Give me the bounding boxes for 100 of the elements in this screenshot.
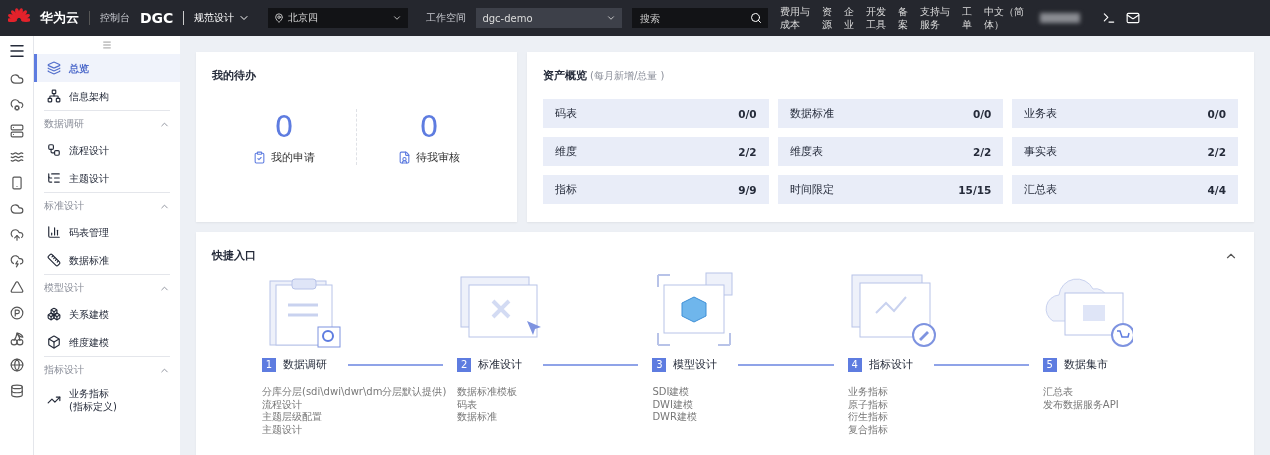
sidebar-item[interactable]: 主题设计 bbox=[34, 164, 180, 192]
stat-label: 待我审核 bbox=[416, 150, 460, 165]
step-link[interactable]: 主题层级配置 bbox=[262, 411, 458, 424]
sidebar-item[interactable]: 维度建模 bbox=[34, 328, 180, 356]
nav-link[interactable]: 支持与 服务 bbox=[920, 5, 951, 31]
sidebar-item[interactable]: 码表管理 bbox=[34, 218, 180, 246]
step-title[interactable]: 数据集市 bbox=[1063, 357, 1108, 372]
terminal-icon[interactable] bbox=[1102, 11, 1117, 25]
step-link[interactable]: 衍生指标 bbox=[847, 411, 1043, 424]
search-input[interactable]: 搜索 bbox=[638, 11, 751, 25]
step-link[interactable]: 复合指标 bbox=[847, 423, 1043, 436]
sidebar-group-header[interactable]: 模型设计 bbox=[44, 274, 170, 300]
brand-name: 华为云 bbox=[40, 9, 79, 27]
sidebar-group-header[interactable]: 数据调研 bbox=[44, 110, 170, 136]
step-link[interactable]: DWI建模 bbox=[652, 398, 848, 411]
stat-value[interactable]: 0 bbox=[274, 109, 294, 144]
asset-tile[interactable]: 业务表 0/0 bbox=[1012, 99, 1238, 128]
search-icon bbox=[750, 12, 763, 24]
region-dropdown[interactable]: 北京四 bbox=[268, 8, 409, 28]
step-link[interactable]: 分库分层(sdi\dwi\dwr\dm分层默认提供) bbox=[262, 386, 458, 399]
asset-tile[interactable]: 维度 2/2 bbox=[543, 137, 769, 166]
nav-link[interactable]: 工 单 bbox=[962, 5, 973, 31]
phone-icon[interactable] bbox=[9, 176, 24, 190]
sidebar-item[interactable]: 信息架构 bbox=[34, 82, 180, 110]
cloud-icon[interactable] bbox=[9, 72, 24, 86]
sidebar-item[interactable]: 流程设计 bbox=[34, 136, 180, 164]
workspace-label: 工作空间 bbox=[426, 11, 467, 25]
nav-link[interactable]: 备 案 bbox=[898, 5, 909, 31]
globe-icon[interactable] bbox=[9, 358, 24, 372]
step-number: 1 bbox=[262, 357, 276, 372]
step-link[interactable]: 汇总表 bbox=[1042, 386, 1238, 399]
nav-link[interactable]: 企 业 bbox=[844, 5, 855, 31]
database-icon[interactable] bbox=[9, 384, 24, 398]
box-icon bbox=[47, 335, 61, 349]
asset-tile[interactable]: 数据标准 0/0 bbox=[777, 99, 1004, 128]
blurred-username bbox=[1040, 13, 1081, 23]
asset-tile[interactable]: 维度表 2/2 bbox=[777, 137, 1004, 166]
clipboard-check-icon bbox=[253, 151, 266, 164]
hierarchy-icon bbox=[47, 89, 61, 103]
cloud-upload-icon[interactable] bbox=[9, 228, 24, 242]
pin-icon bbox=[274, 13, 285, 23]
sidebar-group-header[interactable]: 标准设计 bbox=[44, 192, 170, 218]
nav-link[interactable]: 费用与 成本 bbox=[780, 5, 811, 31]
product-name: DGC bbox=[140, 10, 174, 26]
nav-link[interactable]: 资 源 bbox=[822, 5, 833, 31]
step-link[interactable]: 流程设计 bbox=[262, 398, 458, 411]
workflow-icon bbox=[47, 143, 61, 157]
step-title[interactable]: 数据调研 bbox=[283, 357, 327, 372]
mail-icon[interactable] bbox=[1126, 11, 1141, 25]
step-link[interactable]: 业务指标 bbox=[847, 386, 1043, 399]
cloud-lightning-icon[interactable] bbox=[9, 254, 24, 268]
step-title[interactable]: 指标设计 bbox=[868, 357, 913, 372]
step-title[interactable]: 标准设计 bbox=[478, 357, 523, 372]
step-number: 2 bbox=[457, 357, 472, 372]
step-link[interactable]: 数据标准模板 bbox=[457, 386, 653, 399]
caret-icon bbox=[392, 13, 403, 23]
ruler-icon bbox=[47, 253, 61, 267]
module-dropdown[interactable]: 规范设计 bbox=[183, 11, 251, 25]
menu-icon[interactable] bbox=[7, 42, 26, 60]
step-link[interactable]: SDI建模 bbox=[652, 386, 848, 399]
step-number: 3 bbox=[652, 357, 667, 372]
step-link[interactable]: DWR建模 bbox=[652, 411, 848, 424]
step-link[interactable]: 码表 bbox=[457, 398, 653, 411]
waves-icon[interactable] bbox=[9, 150, 24, 164]
asset-tile[interactable]: 汇总表 4/4 bbox=[1012, 175, 1238, 204]
server-icon[interactable] bbox=[9, 124, 24, 138]
sidebar-item[interactable]: 关系建模 bbox=[34, 300, 180, 328]
card-title: 资产概览 (每月新增/总量 ) bbox=[543, 68, 666, 83]
bar-chart-icon bbox=[47, 225, 61, 239]
stat-label: 我的申请 bbox=[271, 150, 315, 165]
sidebar-item[interactable]: 数据标准 bbox=[34, 246, 180, 274]
console-link[interactable]: 控制台 bbox=[89, 11, 130, 25]
boxes-icon bbox=[47, 307, 61, 321]
asset-tile[interactable]: 指标 9/9 bbox=[543, 175, 769, 204]
sidebar-group-header[interactable]: 指标设计 bbox=[44, 356, 170, 382]
nav-link[interactable]: 中文（简 体） bbox=[984, 5, 1025, 31]
cloud-icon[interactable] bbox=[9, 202, 24, 216]
asset-tile[interactable]: 码表 0/0 bbox=[543, 99, 769, 128]
cloud-gear-icon[interactable] bbox=[9, 98, 24, 112]
step-link[interactable]: 原子指标 bbox=[847, 398, 1043, 411]
card-title: 快捷入口 bbox=[212, 248, 256, 263]
card-title: 我的待办 bbox=[212, 68, 257, 83]
workspace-dropdown[interactable]: dgc-demo bbox=[476, 8, 623, 28]
asset-tile[interactable]: 事实表 2/2 bbox=[1012, 137, 1238, 166]
circle-p-icon[interactable] bbox=[9, 306, 24, 320]
nav-link[interactable]: 开发 工具 bbox=[866, 5, 887, 31]
caret-icon bbox=[606, 13, 617, 23]
step-title[interactable]: 模型设计 bbox=[673, 357, 718, 372]
search-field[interactable]: 搜索 bbox=[632, 8, 769, 28]
step-number: 5 bbox=[1042, 357, 1057, 372]
step-link[interactable]: 数据标准 bbox=[457, 411, 653, 424]
sidebar-item[interactable]: 总览 bbox=[34, 54, 180, 82]
asset-tile[interactable]: 时间限定 15/15 bbox=[777, 175, 1004, 204]
sidebar-item[interactable]: 业务指标 (指标定义) bbox=[34, 382, 180, 418]
step-link[interactable]: 主题设计 bbox=[262, 423, 458, 436]
step-link[interactable]: 发布数据服务API bbox=[1042, 398, 1238, 411]
layers-icon bbox=[47, 61, 61, 75]
stat-value[interactable]: 0 bbox=[419, 109, 439, 144]
document-user-icon bbox=[398, 151, 411, 164]
triangle-icon[interactable] bbox=[9, 280, 24, 294]
